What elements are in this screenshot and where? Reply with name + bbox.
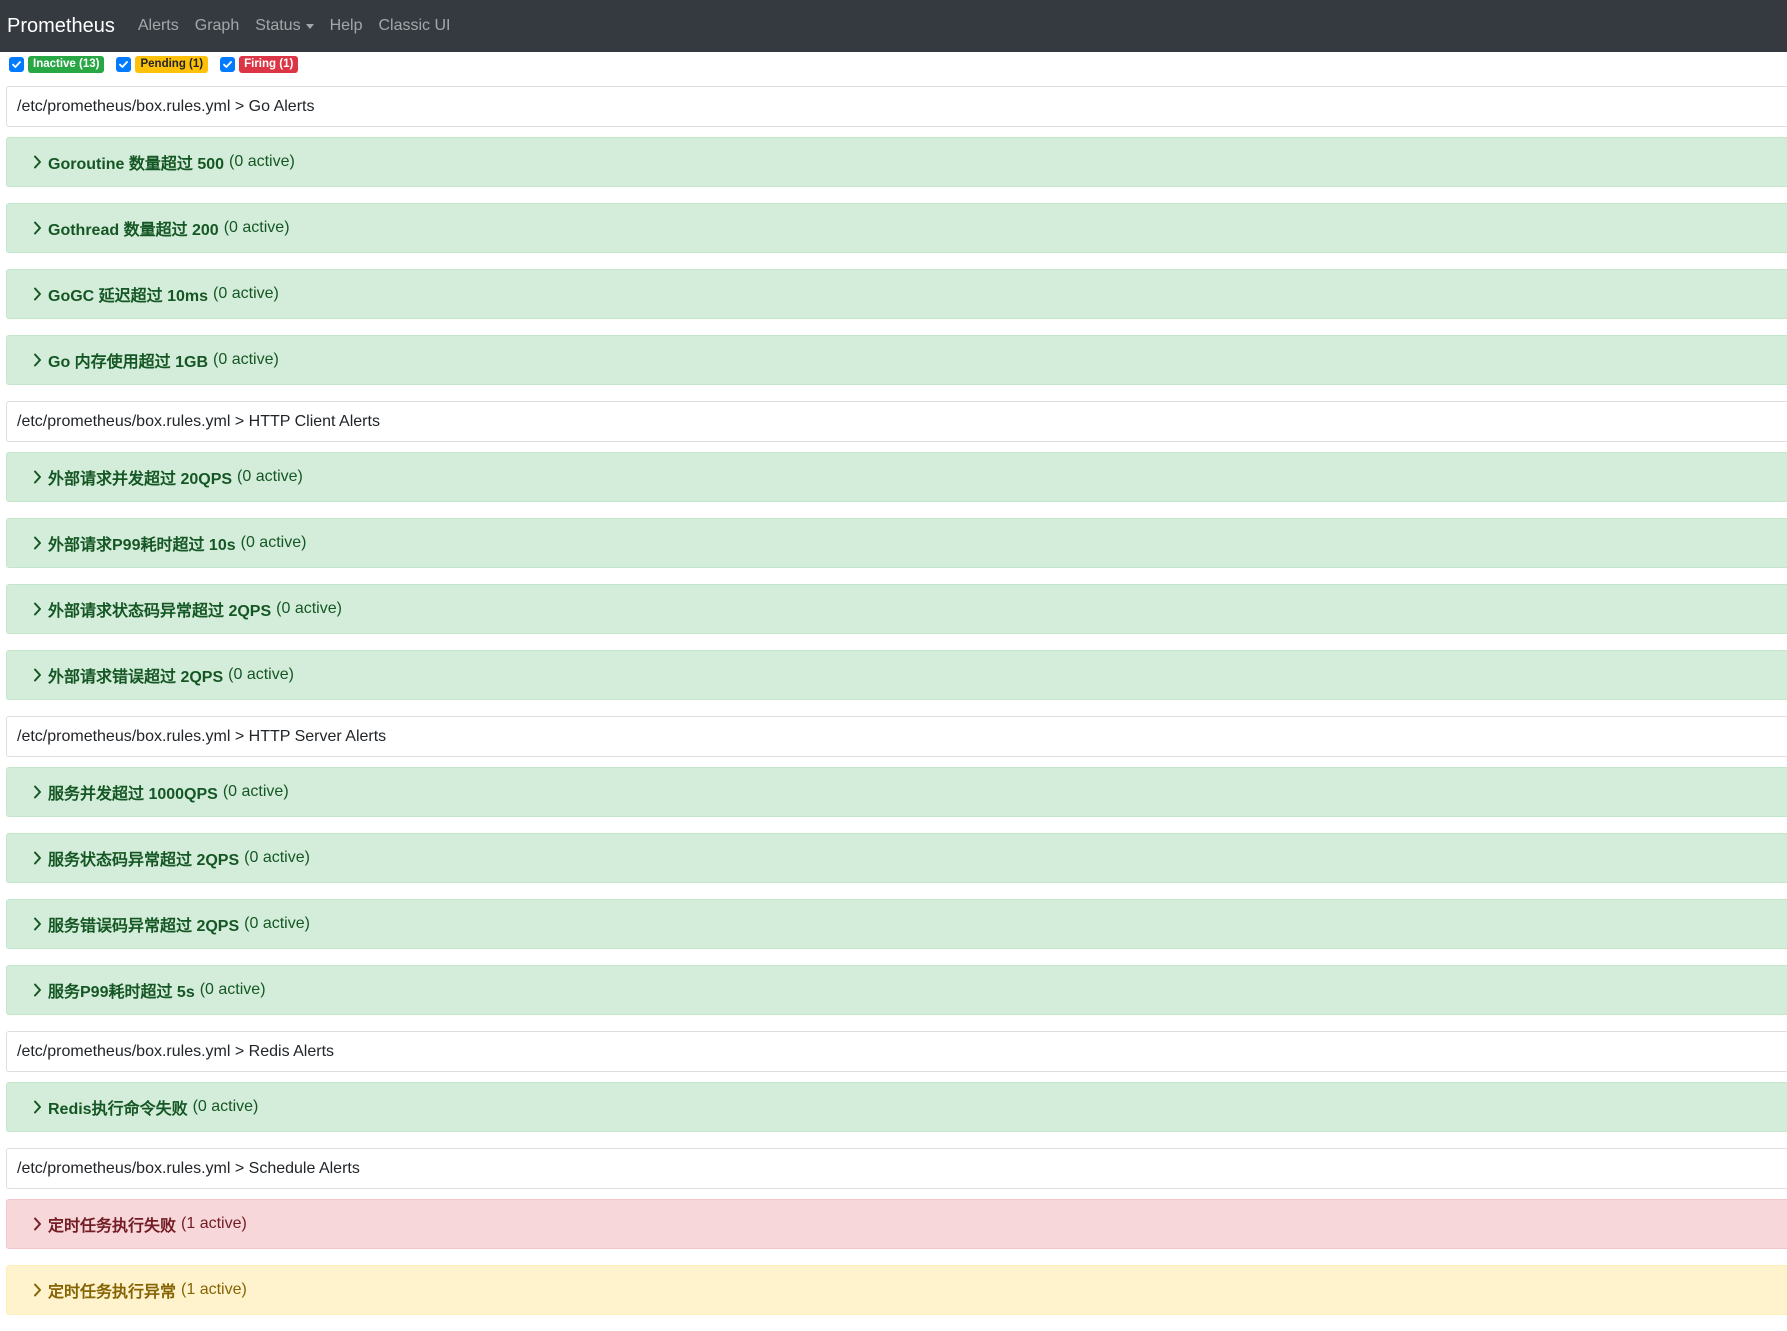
alert-active-count: (0 active) <box>240 534 307 551</box>
chevron-right-icon <box>33 1283 42 1297</box>
alert-rule-name: 外部请求并发超过 20QPS <box>48 471 233 488</box>
pending-badge: Pending (1) <box>135 56 209 73</box>
alert-active-count: (0 active) <box>213 285 279 302</box>
filter-pending[interactable]: Pending (1) <box>116 56 209 73</box>
alert-groups: /etc/prometheus/box.rules.yml > Go Alert… <box>6 86 1787 1331</box>
alert-rule-row[interactable]: 定时任务执行失败 (1 active) <box>6 1199 1787 1249</box>
nav-graph[interactable]: Graph <box>195 17 239 35</box>
alert-rule-row[interactable]: 服务状态码异常超过 2QPS (0 active) <box>6 833 1787 883</box>
alert-active-count: (0 active) <box>223 219 290 236</box>
rule-group-header: /etc/prometheus/box.rules.yml > HTTP Cli… <box>6 401 1787 442</box>
alert-active-count: (0 active) <box>276 600 342 617</box>
alert-rule-name: Redis执行命令失败 <box>48 1101 188 1118</box>
alert-rule-name: 服务P99耗时超过 5s <box>48 984 195 1001</box>
alert-rule-name: 服务并发超过 1000QPS <box>48 786 218 803</box>
chevron-right-icon <box>33 155 42 169</box>
alert-rule-name: Go 内存使用超过 1GB <box>48 354 209 371</box>
alert-rule-name: 定时任务执行异常 <box>48 1284 177 1301</box>
alert-active-count: (0 active) <box>192 1098 259 1115</box>
alert-active-count: (1 active) <box>181 1215 247 1232</box>
alert-rule-row[interactable]: Goroutine 数量超过 500 (0 active) <box>6 137 1787 187</box>
chevron-right-icon <box>33 917 42 931</box>
alert-rule-row[interactable]: 外部请求错误超过 2QPS (0 active) <box>6 650 1787 700</box>
alert-rule-row[interactable]: 定时任务执行异常 (1 active) <box>6 1265 1787 1315</box>
chevron-right-icon <box>33 602 42 616</box>
chevron-right-icon <box>33 470 42 484</box>
alert-active-count: (1 active) <box>181 1281 247 1298</box>
alert-rule-name: 外部请求P99耗时超过 10s <box>48 537 236 554</box>
nav-help[interactable]: Help <box>330 17 363 35</box>
checkbox-checked-icon[interactable] <box>116 57 132 72</box>
alert-rule-name: 定时任务执行失败 <box>48 1218 177 1235</box>
chevron-right-icon <box>33 983 42 997</box>
filter-firing[interactable]: Firing (1) <box>220 56 299 73</box>
alert-rule-row[interactable]: Go 内存使用超过 1GB (0 active) <box>6 335 1787 385</box>
alert-active-count: (0 active) <box>244 849 310 866</box>
alert-rule-row[interactable]: 外部请求状态码异常超过 2QPS (0 active) <box>6 584 1787 634</box>
alert-active-count: (0 active) <box>228 666 294 683</box>
inactive-badge: Inactive (13) <box>28 56 105 73</box>
alert-rule-name: 外部请求错误超过 2QPS <box>48 669 224 686</box>
alert-state-filters: Inactive (13) Pending (1) Firing (1) <box>9 56 310 73</box>
alert-rule-name: 服务状态码异常超过 2QPS <box>48 852 240 869</box>
nav-status-label: Status <box>255 17 301 34</box>
alert-rule-row[interactable]: 服务错误码异常超过 2QPS (0 active) <box>6 899 1787 949</box>
rule-group-header: /etc/prometheus/box.rules.yml > Schedule… <box>6 1148 1787 1189</box>
alert-active-count: (0 active) <box>222 783 289 800</box>
alert-rule-row[interactable]: 外部请求P99耗时超过 10s (0 active) <box>6 518 1787 568</box>
rule-group-header: /etc/prometheus/box.rules.yml > Redis Al… <box>6 1031 1787 1072</box>
alert-active-count: (0 active) <box>244 915 310 932</box>
chevron-right-icon <box>33 851 42 865</box>
nav-classic-ui[interactable]: Classic UI <box>378 17 450 35</box>
chevron-right-icon <box>33 221 42 235</box>
alert-rule-row[interactable]: Redis执行命令失败 (0 active) <box>6 1082 1787 1132</box>
alert-rule-row[interactable]: GoGC 延迟超过 10ms (0 active) <box>6 269 1787 319</box>
alert-rule-row[interactable]: 外部请求并发超过 20QPS (0 active) <box>6 452 1787 502</box>
chevron-right-icon <box>33 353 42 367</box>
alert-active-count: (0 active) <box>213 351 279 368</box>
nav-status-dropdown[interactable]: Status <box>255 17 314 35</box>
filter-inactive[interactable]: Inactive (13) <box>9 56 105 73</box>
alert-rule-name: Goroutine 数量超过 500 <box>48 156 225 173</box>
nav-alerts[interactable]: Alerts <box>138 17 179 35</box>
chevron-right-icon <box>33 785 42 799</box>
alert-active-count: (0 active) <box>237 468 303 485</box>
chevron-right-icon <box>33 536 42 550</box>
firing-badge: Firing (1) <box>239 56 299 73</box>
alert-rule-name: Gothread 数量超过 200 <box>48 222 219 239</box>
chevron-right-icon <box>33 1100 42 1114</box>
checkbox-checked-icon[interactable] <box>9 57 24 72</box>
alert-rule-row[interactable]: 服务并发超过 1000QPS (0 active) <box>6 767 1787 817</box>
chevron-right-icon <box>33 668 42 682</box>
alert-rule-row[interactable]: Gothread 数量超过 200 (0 active) <box>6 203 1787 253</box>
rule-group-header: /etc/prometheus/box.rules.yml > Go Alert… <box>6 86 1787 127</box>
alert-rule-name: 外部请求状态码异常超过 2QPS <box>48 603 272 620</box>
alert-active-count: (0 active) <box>199 981 266 998</box>
chevron-right-icon <box>33 1217 42 1231</box>
rule-group-header: /etc/prometheus/box.rules.yml > HTTP Ser… <box>6 716 1787 757</box>
chevron-right-icon <box>33 287 42 301</box>
caret-down-icon <box>305 23 314 29</box>
alert-active-count: (0 active) <box>229 153 295 170</box>
alert-rule-name: GoGC 延迟超过 10ms <box>48 288 209 305</box>
alert-rule-name: 服务错误码异常超过 2QPS <box>48 918 240 935</box>
alert-rule-row[interactable]: 服务P99耗时超过 5s (0 active) <box>6 965 1787 1015</box>
top-navbar: Prometheus Alerts Graph Status Help Clas… <box>0 0 1787 52</box>
brand-link[interactable]: Prometheus <box>7 15 115 38</box>
checkbox-checked-icon[interactable] <box>220 57 236 72</box>
